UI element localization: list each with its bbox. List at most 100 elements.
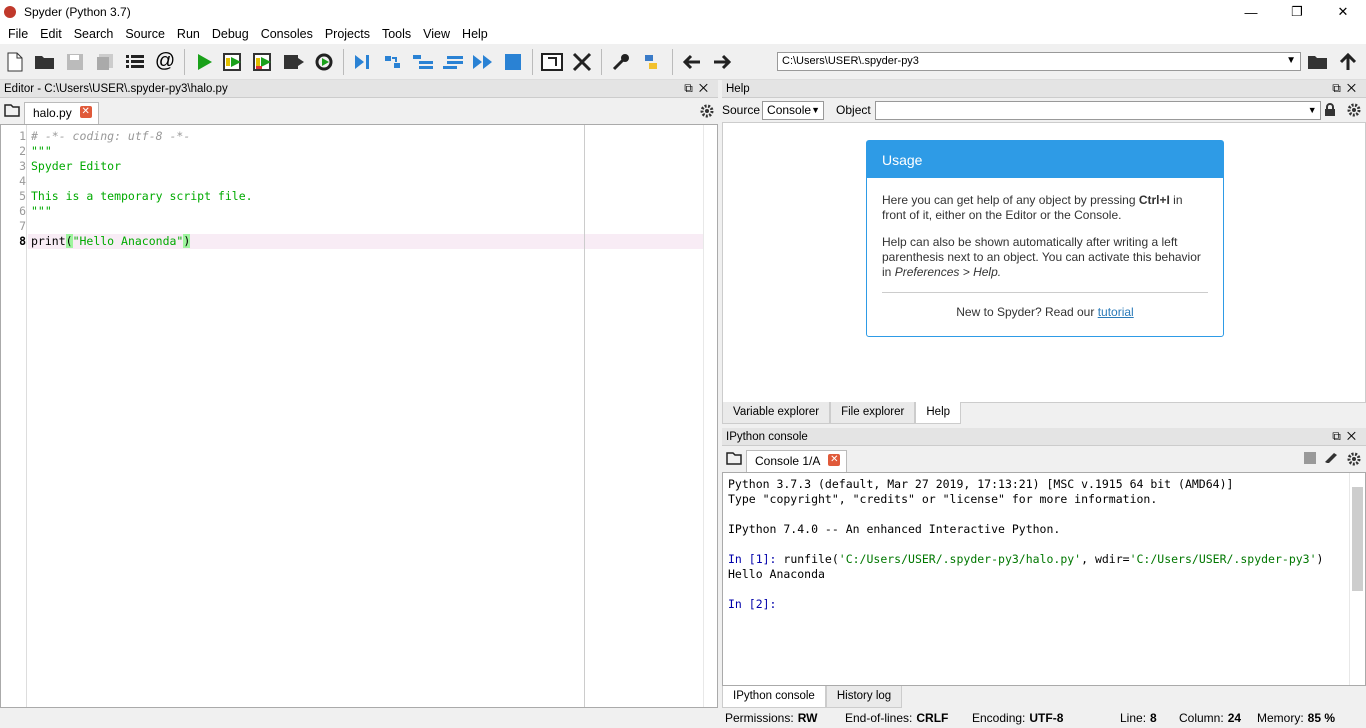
chevron-down-icon[interactable]: ▼	[1308, 104, 1317, 117]
outline-icon[interactable]	[120, 47, 150, 77]
menu-help[interactable]: Help	[456, 27, 494, 41]
close-tab-icon[interactable]: ✕	[79, 106, 92, 118]
console-line: IPython 7.4.0 -- An enhanced Interactive…	[728, 522, 1061, 536]
help-content: Usage Here you can get help of any objec…	[722, 122, 1366, 403]
usage-text: Here you can get help of any object by p…	[882, 193, 1139, 207]
code-editor[interactable]: 1 2 3 4 5 6 7 8 # -*- coding: utf-8 -*- …	[0, 124, 718, 708]
chevron-down-icon[interactable]: ▼	[1286, 54, 1296, 67]
console-line: Hello Anaconda	[728, 567, 825, 581]
continue-icon[interactable]	[468, 47, 498, 77]
editor-scrollbar[interactable]	[703, 125, 717, 707]
browse-folder-icon[interactable]	[1303, 47, 1333, 77]
back-icon[interactable]	[677, 47, 707, 77]
window-title: Spyder (Python 3.7)	[24, 5, 131, 19]
working-directory-combo[interactable]: C:\Users\USER\.spyder-py3 ▼	[777, 52, 1301, 71]
usage-title: Usage	[867, 141, 1223, 178]
object-combo[interactable]: ▼	[874, 100, 1321, 120]
console-title: IPython console	[726, 430, 808, 443]
tab-variable-explorer[interactable]: Variable explorer	[722, 402, 831, 424]
scrollbar-thumb[interactable]	[1352, 487, 1363, 591]
gear-icon[interactable]	[1347, 452, 1361, 469]
gear-icon[interactable]	[700, 104, 714, 121]
lock-icon[interactable]	[1324, 103, 1336, 120]
line-number: 2	[19, 144, 26, 158]
console-output[interactable]: Python 3.7.3 (default, Mar 27 2019, 17:1…	[722, 472, 1366, 686]
menu-debug[interactable]: Debug	[206, 27, 255, 41]
browse-tabs-icon[interactable]	[4, 103, 20, 120]
close-button[interactable]: ✕	[1320, 0, 1366, 24]
maximize-button[interactable]: ❐	[1274, 0, 1320, 24]
step-into-icon[interactable]	[408, 47, 438, 77]
editor-tabbar: halo.py ✕	[0, 98, 718, 124]
object-label: Object	[836, 103, 871, 117]
run-icon[interactable]	[189, 47, 219, 77]
menu-edit[interactable]: Edit	[34, 27, 68, 41]
browse-tabs-icon[interactable]	[726, 451, 742, 468]
menu-search[interactable]: Search	[68, 27, 120, 41]
preferences-icon[interactable]	[606, 47, 636, 77]
run-selection-icon[interactable]	[279, 47, 309, 77]
pane-controls[interactable]: ⧉✕	[1332, 429, 1362, 444]
run-cell-advance-icon[interactable]	[249, 47, 279, 77]
status-value: CRLF	[916, 711, 949, 725]
debug-icon[interactable]	[348, 47, 378, 77]
menu-file[interactable]: File	[2, 27, 34, 41]
step-icon[interactable]	[378, 47, 408, 77]
status-permissions: Permissions: RW	[725, 711, 817, 725]
stop-kernel-icon[interactable]	[1304, 452, 1316, 467]
at-icon[interactable]: @	[150, 47, 180, 77]
gear-icon[interactable]	[1347, 103, 1361, 120]
menu-source[interactable]: Source	[119, 27, 171, 41]
chevron-down-icon[interactable]: ▼	[811, 104, 820, 117]
code-line-current: print("Hello Anaconda")	[31, 234, 191, 249]
tab-history-log[interactable]: History log	[825, 686, 903, 708]
menu-run[interactable]: Run	[171, 27, 206, 41]
pane-controls[interactable]: ⧉✕	[684, 81, 714, 96]
status-column: Column: 24	[1179, 711, 1241, 725]
source-value: Console	[767, 102, 812, 117]
shortcut-key: Ctrl+I	[1138, 193, 1170, 207]
source-combo[interactable]: Console ▼	[762, 100, 825, 120]
python-path-icon[interactable]	[636, 47, 666, 77]
open-file-icon[interactable]	[30, 47, 60, 77]
console-header: IPython console ⧉✕	[722, 428, 1366, 446]
toolbar-separator	[184, 48, 185, 75]
console-scrollbar[interactable]	[1349, 473, 1365, 685]
fullscreen-icon[interactable]	[567, 47, 597, 77]
tab-ipython-console[interactable]: IPython console	[722, 686, 826, 708]
tab-halo-py[interactable]: halo.py ✕	[24, 102, 99, 124]
line-number: 6	[19, 204, 26, 218]
menu-projects[interactable]: Projects	[319, 27, 376, 41]
console-text: runfile(	[783, 552, 839, 566]
run-cell-icon[interactable]	[219, 47, 249, 77]
help-toolbar: Source Console ▼ Object ▼	[722, 98, 1366, 122]
console-string: 'C:/Users/USER/.spyder-py3'	[1129, 552, 1317, 566]
menu-tools[interactable]: Tools	[376, 27, 417, 41]
rerun-icon[interactable]	[309, 47, 339, 77]
tab-help[interactable]: Help	[915, 402, 962, 424]
code-token: (	[65, 234, 73, 248]
eraser-icon[interactable]	[1324, 452, 1338, 467]
parent-dir-icon[interactable]	[1333, 47, 1363, 77]
forward-icon[interactable]	[707, 47, 737, 77]
tab-console-1a[interactable]: Console 1/A ✕	[746, 450, 848, 472]
step-return-icon[interactable]	[438, 47, 468, 77]
menu-consoles[interactable]: Consoles	[255, 27, 319, 41]
maximize-pane-icon[interactable]	[537, 47, 567, 77]
console-string: 'C:/Users/USER/.spyder-py3/halo.py'	[838, 552, 1082, 566]
line-number-current: 8	[19, 234, 26, 248]
close-tab-icon[interactable]: ✕	[828, 454, 841, 466]
tutorial-link[interactable]: tutorial	[1098, 305, 1134, 319]
tab-file-explorer[interactable]: File explorer	[830, 402, 916, 424]
toolbar-separator	[532, 48, 533, 75]
new-file-icon[interactable]	[0, 47, 30, 77]
stop-icon[interactable]	[498, 47, 528, 77]
save-icon[interactable]	[60, 47, 90, 77]
menu-view[interactable]: View	[417, 27, 456, 41]
editor-pane: Editor - C:\Users\USER\.spyder-py3\halo.…	[0, 80, 718, 708]
pane-controls[interactable]: ⧉✕	[1332, 81, 1362, 96]
line-number: 3	[19, 159, 26, 173]
help-header: Help ⧉✕	[722, 80, 1366, 98]
minimize-button[interactable]: —	[1228, 0, 1274, 24]
save-all-icon[interactable]	[90, 47, 120, 77]
